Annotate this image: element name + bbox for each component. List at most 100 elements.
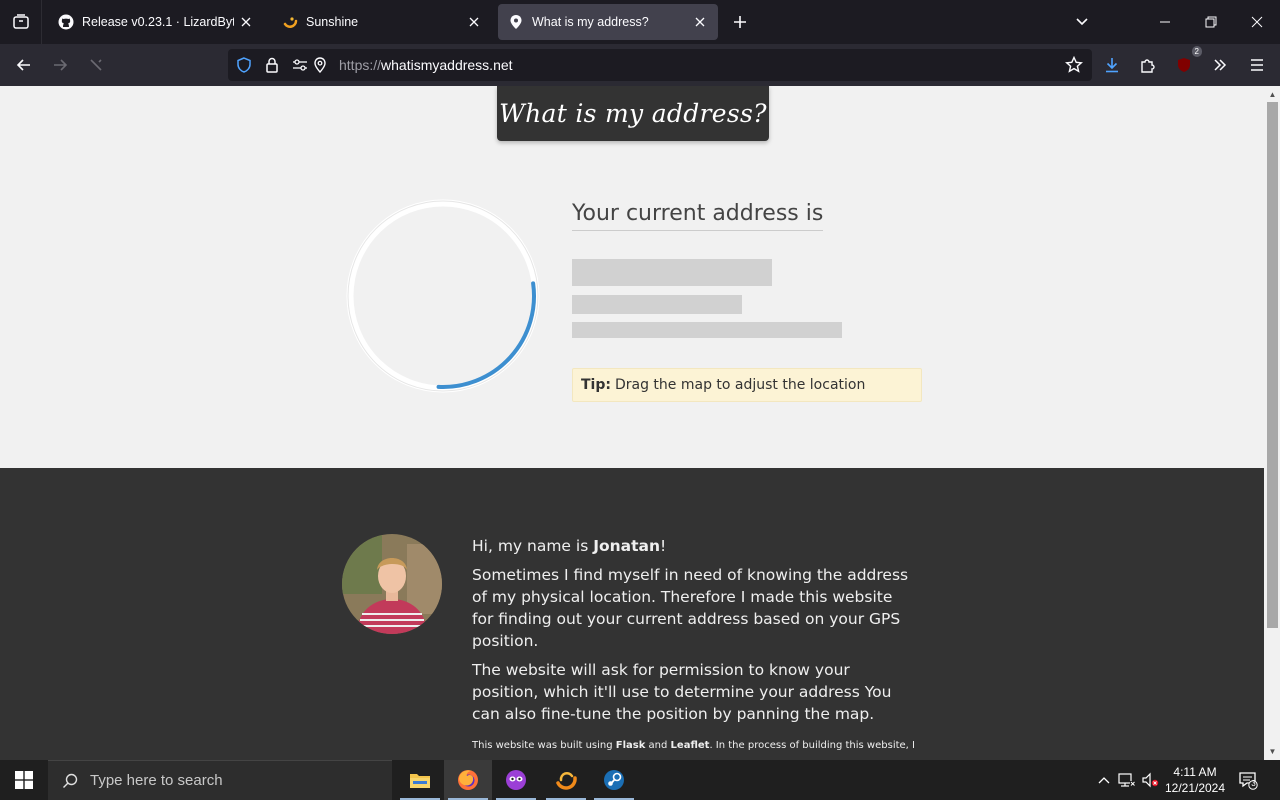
credits-suffix: . In the process of building this websit… xyxy=(709,740,915,751)
system-clock[interactable]: 4:11 AM 12/21/2024 xyxy=(1160,764,1230,796)
about-paragraph: Sometimes I find myself in need of knowi… xyxy=(472,566,909,650)
address-bar[interactable]: https://whatismyaddress.net xyxy=(228,49,1092,81)
tab-sunshine[interactable]: Sunshine xyxy=(272,4,492,40)
restore-button[interactable] xyxy=(1188,0,1234,44)
extensions-button[interactable] xyxy=(1134,51,1162,79)
url-text[interactable]: https://whatismyaddress.net xyxy=(339,57,513,73)
taskbar-firefox[interactable] xyxy=(444,760,492,800)
notification-count: 3 xyxy=(1251,779,1256,788)
tracking-protection-shield-icon[interactable] xyxy=(236,57,252,73)
arrow-right-icon xyxy=(54,59,68,71)
close-icon xyxy=(1251,16,1263,28)
back-button[interactable] xyxy=(10,51,38,79)
author-avatar xyxy=(342,534,442,634)
page-scrollbar[interactable]: ▲ ▼ xyxy=(1264,86,1280,760)
star-icon xyxy=(1065,56,1083,73)
tip-box: Tip: Drag the map to adjust the location xyxy=(572,368,922,402)
bookmark-button[interactable] xyxy=(1060,51,1088,79)
loading-spinner xyxy=(346,199,540,393)
clock-time: 4:11 AM xyxy=(1173,765,1217,779)
chevron-down-icon xyxy=(1076,18,1088,26)
show-hidden-icons-button[interactable] xyxy=(1094,770,1114,790)
ublock-extension-button[interactable]: 2 xyxy=(1170,46,1202,79)
address-line-placeholder xyxy=(572,295,742,314)
tab-title: Sunshine xyxy=(306,15,359,29)
tab-list-button[interactable] xyxy=(0,0,42,44)
location-permission-icon[interactable] xyxy=(312,57,328,73)
scroll-down-icon[interactable]: ▼ xyxy=(1267,746,1278,757)
about-section: Hi, my name is Jonatan! Sometimes I find… xyxy=(0,468,1264,760)
new-tab-button[interactable] xyxy=(728,10,752,34)
forward-button[interactable] xyxy=(46,51,74,79)
address-line-placeholder xyxy=(572,259,772,286)
network-status[interactable] xyxy=(1117,770,1137,790)
permissions-icon[interactable] xyxy=(292,57,308,73)
volume-status[interactable] xyxy=(1140,770,1160,790)
extension-badge: 2 xyxy=(1191,46,1202,57)
taskbar-sunshine[interactable] xyxy=(542,760,590,800)
app-menu-button[interactable] xyxy=(1243,51,1271,79)
credits-prefix: This website was built using xyxy=(472,740,616,751)
scroll-up-icon[interactable]: ▲ xyxy=(1267,89,1278,100)
url-scheme: https:// xyxy=(339,57,382,73)
stop-icon xyxy=(90,59,102,71)
url-host: whatismyaddress.net xyxy=(381,57,513,73)
windows-logo-icon xyxy=(15,771,33,789)
browser-tab-strip: Release v0.23.1 · LizardByte/Sun Sunshin… xyxy=(0,0,1280,44)
github-icon xyxy=(58,14,74,30)
stop-loading-button[interactable] xyxy=(82,51,110,79)
flask-link[interactable]: Flask xyxy=(616,740,646,751)
address-heading: Your current address is xyxy=(572,201,824,231)
taskbar-app-mask[interactable] xyxy=(492,760,540,800)
search-placeholder: Type here to search xyxy=(90,772,223,789)
tab-title: Release v0.23.1 · LizardByte/Sun xyxy=(82,15,234,29)
tip-text: Drag the map to adjust the location xyxy=(614,377,866,393)
credits-and: and xyxy=(645,740,671,751)
puzzle-icon xyxy=(1141,59,1155,73)
greeting-suffix: ! xyxy=(660,537,667,555)
tab-overview-icon xyxy=(12,14,29,29)
leaflet-link[interactable]: Leaflet xyxy=(671,740,710,751)
taskbar-file-explorer[interactable] xyxy=(396,760,444,800)
speaker-muted-icon xyxy=(1142,772,1159,788)
scrollbar-thumb[interactable] xyxy=(1267,102,1278,628)
tip-label: Tip: xyxy=(581,377,611,393)
arrow-left-icon xyxy=(16,59,30,71)
tab-title: What is my address? xyxy=(532,15,649,29)
more-tools-button[interactable] xyxy=(1206,51,1234,79)
tab-what-is-my-address[interactable]: What is my address? xyxy=(498,4,718,40)
site-title: What is my address? xyxy=(499,99,767,128)
ublock-shield-icon xyxy=(1178,58,1190,72)
firefox-icon xyxy=(458,770,478,790)
hamburger-menu-icon xyxy=(1251,59,1263,71)
notification-center-button[interactable]: 3 xyxy=(1238,770,1258,790)
downloads-button[interactable] xyxy=(1098,51,1126,79)
site-title-banner: What is my address? xyxy=(497,86,769,141)
start-button[interactable] xyxy=(0,760,48,800)
taskbar-steam[interactable] xyxy=(590,760,638,800)
about-paragraph: The website will ask for permission to k… xyxy=(472,661,892,723)
tab-github-release[interactable]: Release v0.23.1 · LizardByte/Sun xyxy=(48,4,264,40)
minimize-button[interactable] xyxy=(1142,0,1188,44)
clock-date: 12/21/2024 xyxy=(1164,781,1226,795)
close-window-button[interactable] xyxy=(1234,0,1280,44)
taskbar-search-box[interactable]: Type here to search xyxy=(48,760,392,800)
minimize-icon xyxy=(1160,21,1170,23)
close-tab-icon[interactable] xyxy=(692,14,708,30)
greeting: Hi, my name is Jonatan! xyxy=(472,535,917,557)
author-name: Jonatan xyxy=(593,537,661,555)
restore-icon xyxy=(1205,16,1217,28)
lock-icon[interactable] xyxy=(264,57,280,73)
about-text: Hi, my name is Jonatan! Sometimes I find… xyxy=(472,535,917,760)
close-tab-icon[interactable] xyxy=(466,14,482,30)
download-icon xyxy=(1106,58,1118,73)
address-line-placeholder xyxy=(572,322,842,338)
list-all-tabs-button[interactable] xyxy=(1059,0,1105,44)
purple-mask-app-icon xyxy=(506,770,526,790)
greeting-prefix: Hi, my name is xyxy=(472,537,594,555)
page-viewport: What is my address? Your current address… xyxy=(0,86,1264,760)
chevron-up-icon xyxy=(1098,777,1110,784)
plus-icon xyxy=(734,16,746,28)
close-tab-icon[interactable] xyxy=(238,14,254,30)
credits-text: This website was built using Flask and L… xyxy=(472,739,917,753)
